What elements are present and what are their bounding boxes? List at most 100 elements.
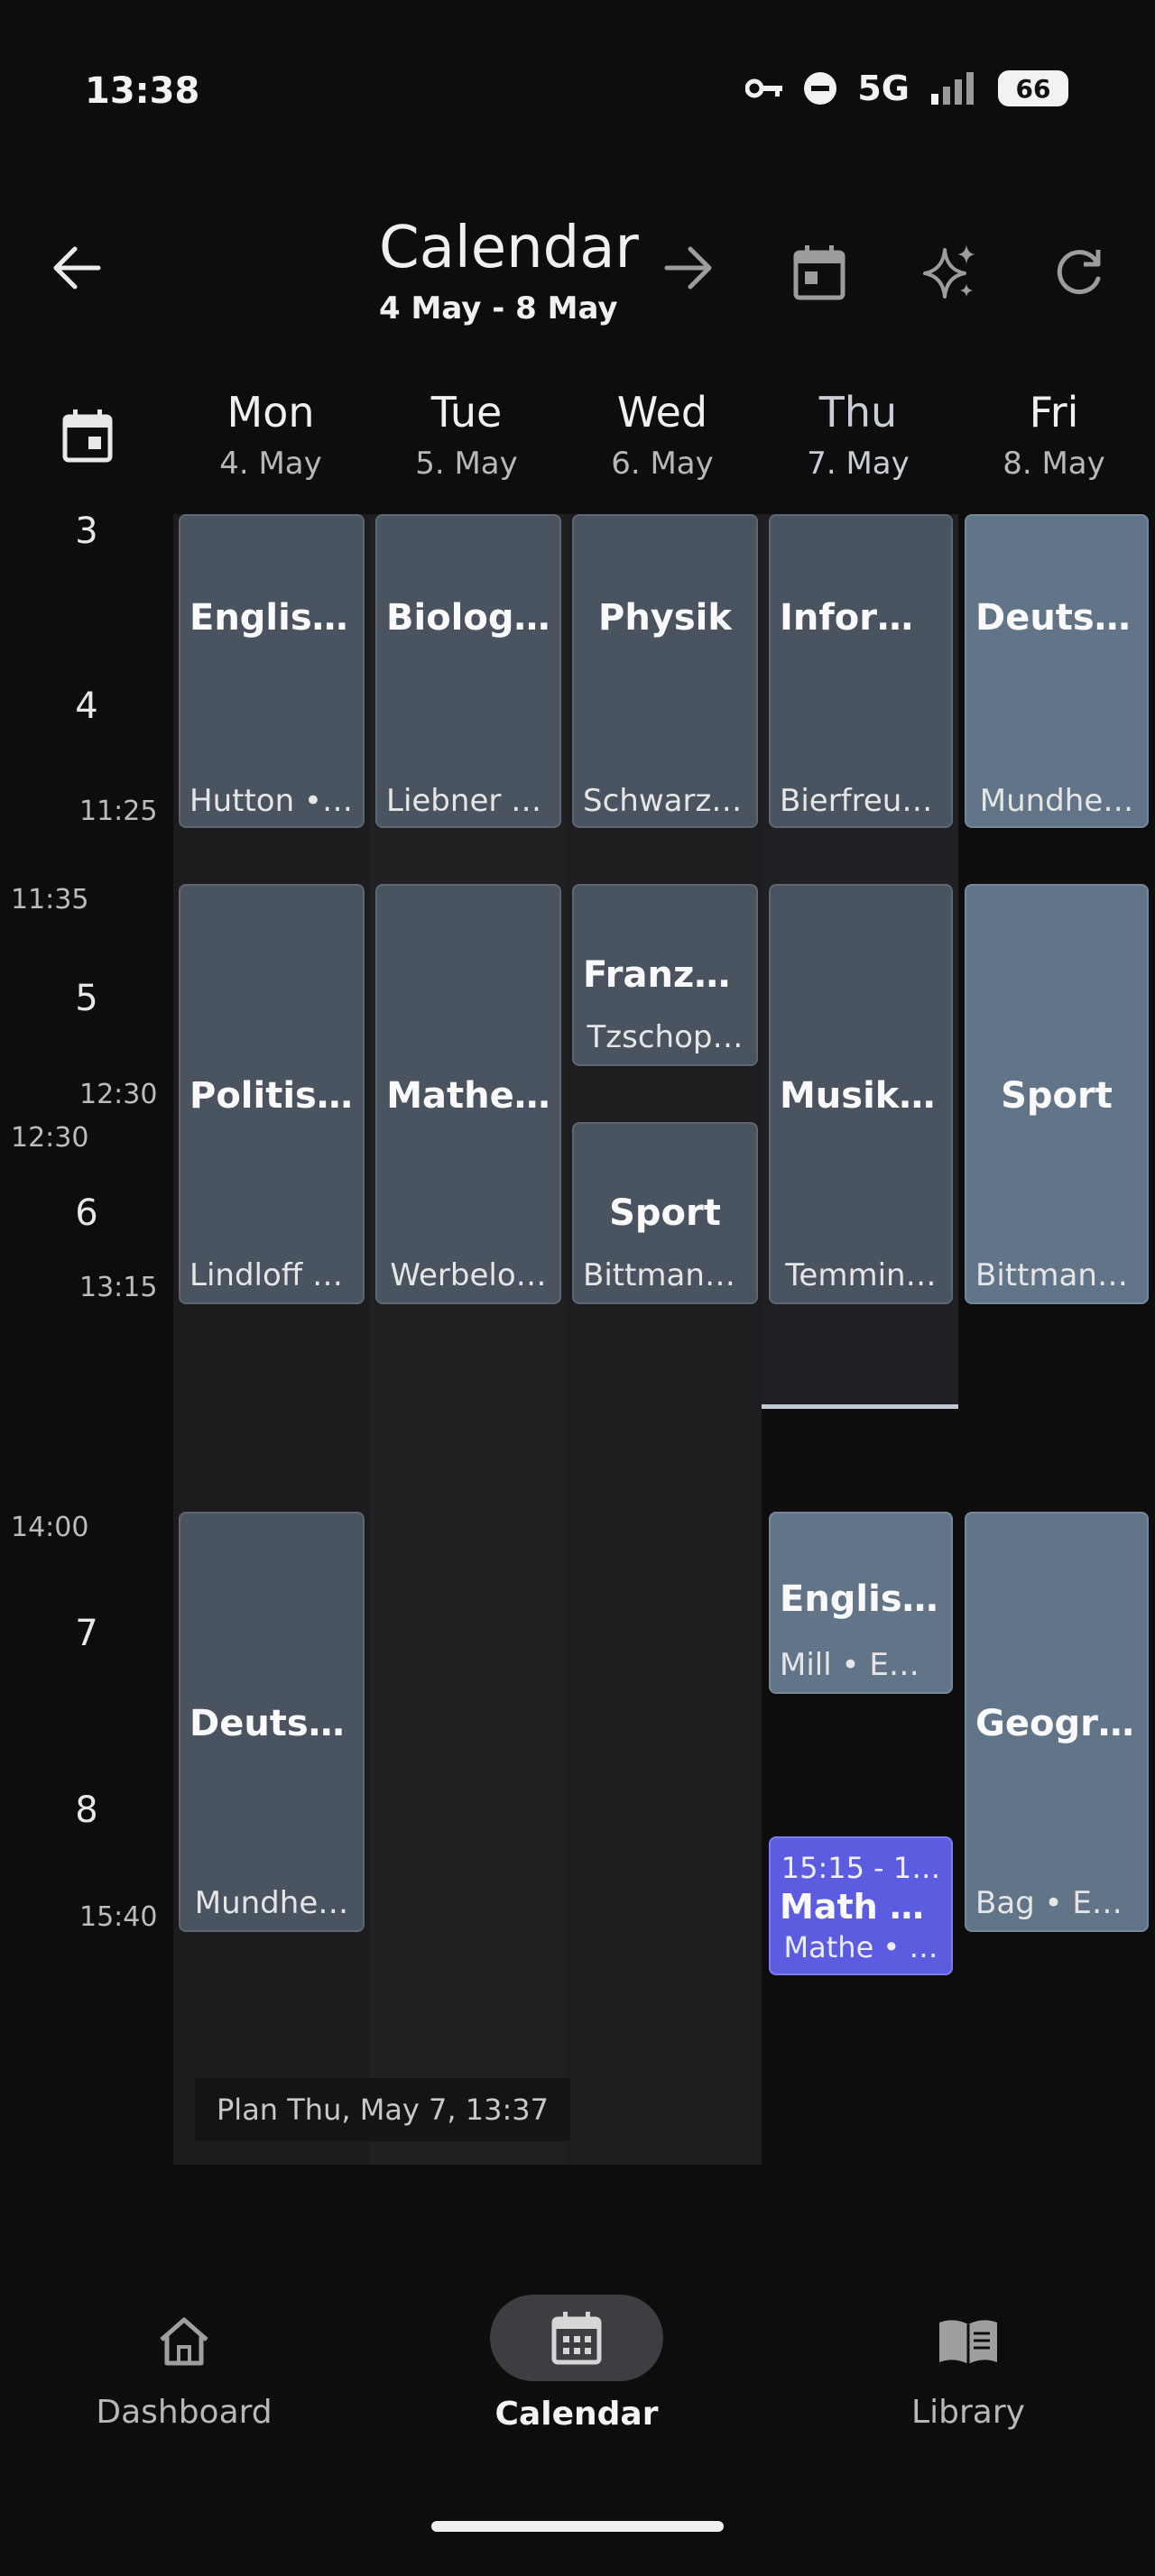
- calendar-today-icon: [793, 245, 845, 300]
- home-icon: [49, 2309, 319, 2372]
- page-title: Calendar: [379, 215, 639, 281]
- lesson-title: Politisc…: [189, 1075, 354, 1117]
- lesson-title: Englisch: [780, 1578, 942, 1620]
- day-name: Wed: [616, 388, 708, 437]
- date-range: 4 May - 8 May: [379, 290, 618, 327]
- time-label: 15:40: [79, 1901, 158, 1933]
- lesson-card[interactable]: Politisc… Lindloff •…: [179, 884, 365, 1304]
- lesson-title: Franzö…: [583, 954, 747, 996]
- day-header-thu[interactable]: Thu 7. May: [768, 388, 948, 482]
- nav-calendar[interactable]: Calendar: [441, 2289, 712, 2443]
- vpn-key-icon: [745, 78, 783, 98]
- time-label: 11:35: [11, 884, 89, 915]
- lesson-teacher: Bierfreun…: [780, 783, 942, 819]
- home-indicator: [431, 2521, 724, 2532]
- back-button[interactable]: [45, 236, 108, 299]
- book-icon: [833, 2309, 1104, 2372]
- hour-label: 3: [75, 511, 98, 552]
- day-header-tue[interactable]: Tue 5. May: [376, 388, 557, 482]
- lesson-teacher: Mundhe…: [979, 783, 1134, 819]
- battery-icon: 66: [998, 70, 1068, 106]
- lesson-teacher: Tzschop…: [587, 1019, 744, 1055]
- plan-timestamp: Plan Thu, May 7, 13:37: [195, 2078, 570, 2141]
- refresh-icon: [1057, 250, 1101, 295]
- time-label: 13:15: [79, 1272, 158, 1303]
- lesson-teacher: Schwarz …: [583, 783, 747, 819]
- time-label: 14:00: [11, 1512, 89, 1543]
- lesson-teacher: Mundhe…: [194, 1885, 349, 1921]
- sparkle-icon: [923, 244, 975, 299]
- day-name: Tue: [430, 388, 503, 437]
- lesson-title: Physik: [598, 597, 732, 639]
- day-header-wed[interactable]: Wed 6. May: [572, 388, 753, 482]
- lesson-title: Sport: [1001, 1075, 1113, 1117]
- lesson-title: Englisc…: [189, 597, 354, 639]
- lesson-title: Geogra…: [975, 1703, 1138, 1744]
- homework-card[interactable]: 15:15 - 1… Math h… Mathe • …: [769, 1836, 953, 1975]
- lesson-title: Mathe…: [386, 1075, 550, 1117]
- lesson-card[interactable]: Physik Schwarz …: [572, 514, 758, 828]
- nav-label: Calendar: [494, 2396, 659, 2433]
- time-label: 11:25: [79, 796, 158, 827]
- lesson-card[interactable]: Sport Bittmann…: [965, 884, 1149, 1304]
- homework-title: Math h…: [780, 1887, 942, 1927]
- hour-label: 8: [75, 1789, 98, 1831]
- next-week-button[interactable]: [657, 236, 720, 299]
- lesson-teacher: Bittmann…: [583, 1257, 747, 1293]
- lesson-title: Deutsch: [975, 597, 1138, 639]
- day-date: 6. May: [611, 446, 714, 482]
- hour-label: 7: [75, 1613, 98, 1654]
- homework-subject: Mathe • …: [783, 1930, 938, 1964]
- nav-dashboard[interactable]: Dashboard: [49, 2289, 319, 2443]
- lesson-card[interactable]: Franzö… Tzschop…: [572, 884, 758, 1066]
- lesson-title: Biologie: [386, 597, 550, 639]
- status-time: 13:38: [85, 70, 200, 112]
- hour-label: 6: [75, 1192, 98, 1234]
- jump-to-date-button[interactable]: [56, 404, 119, 467]
- lesson-title: Inform…: [780, 597, 942, 639]
- arrow-left-icon: [53, 246, 101, 290]
- lesson-title: Deutsch: [189, 1703, 354, 1744]
- day-name: Thu: [818, 388, 898, 437]
- calendar-icon: [490, 2295, 663, 2381]
- lesson-teacher: Mill • EN …: [780, 1647, 942, 1683]
- time-label: 12:30: [11, 1122, 89, 1154]
- arrow-right-icon: [664, 246, 712, 290]
- lesson-teacher: Temmin…: [785, 1257, 937, 1293]
- lesson-card[interactable]: Deutsch Mundhe…: [179, 1512, 365, 1932]
- day-date: 5. May: [415, 446, 518, 482]
- lesson-card[interactable]: Englisc… Hutton • …: [179, 514, 365, 828]
- day-date: 8. May: [1003, 446, 1105, 482]
- lesson-card[interactable]: Sport Bittmann…: [572, 1122, 758, 1304]
- lesson-card[interactable]: Geogra… Bag • EK …: [965, 1512, 1149, 1932]
- lesson-card[interactable]: Deutsch Mundhe…: [965, 514, 1149, 828]
- lesson-teacher: Hutton • …: [189, 783, 354, 819]
- lesson-card[interactable]: Mathe… Werbelo…: [375, 884, 561, 1304]
- day-name: Fri: [1029, 388, 1079, 437]
- current-time-indicator: [762, 1404, 958, 1409]
- nav-label: Dashboard: [96, 2394, 273, 2431]
- day-header-fri[interactable]: Fri 8. May: [964, 388, 1144, 482]
- signal-icon: [931, 72, 974, 105]
- day-header-mon[interactable]: Mon 4. May: [180, 388, 361, 482]
- day-date: 7. May: [807, 446, 910, 482]
- hour-label: 4: [75, 685, 98, 727]
- today-button[interactable]: [783, 236, 855, 308]
- lesson-card[interactable]: Englisch Mill • EN …: [769, 1512, 953, 1694]
- lesson-card[interactable]: Inform… Bierfreun…: [769, 514, 953, 828]
- lesson-title: Musik …: [780, 1075, 942, 1117]
- refresh-button[interactable]: [1043, 236, 1115, 308]
- homework-time: 15:15 - 1…: [781, 1851, 941, 1885]
- day-date: 4. May: [219, 446, 322, 482]
- nav-library[interactable]: Library: [833, 2289, 1104, 2443]
- lesson-teacher: Werbelo…: [390, 1257, 547, 1293]
- lesson-card[interactable]: Musik … Temmin…: [769, 884, 953, 1304]
- nav-label: Library: [911, 2394, 1025, 2431]
- lesson-teacher: Bittmann…: [975, 1257, 1138, 1293]
- lesson-title: Sport: [609, 1192, 721, 1234]
- dnd-icon: [804, 72, 837, 105]
- lesson-teacher: Bag • EK …: [975, 1885, 1138, 1921]
- ai-sparkle-button[interactable]: [915, 236, 987, 308]
- lesson-card[interactable]: Biologie Liebner •…: [375, 514, 561, 828]
- lesson-teacher: Lindloff •…: [189, 1257, 354, 1293]
